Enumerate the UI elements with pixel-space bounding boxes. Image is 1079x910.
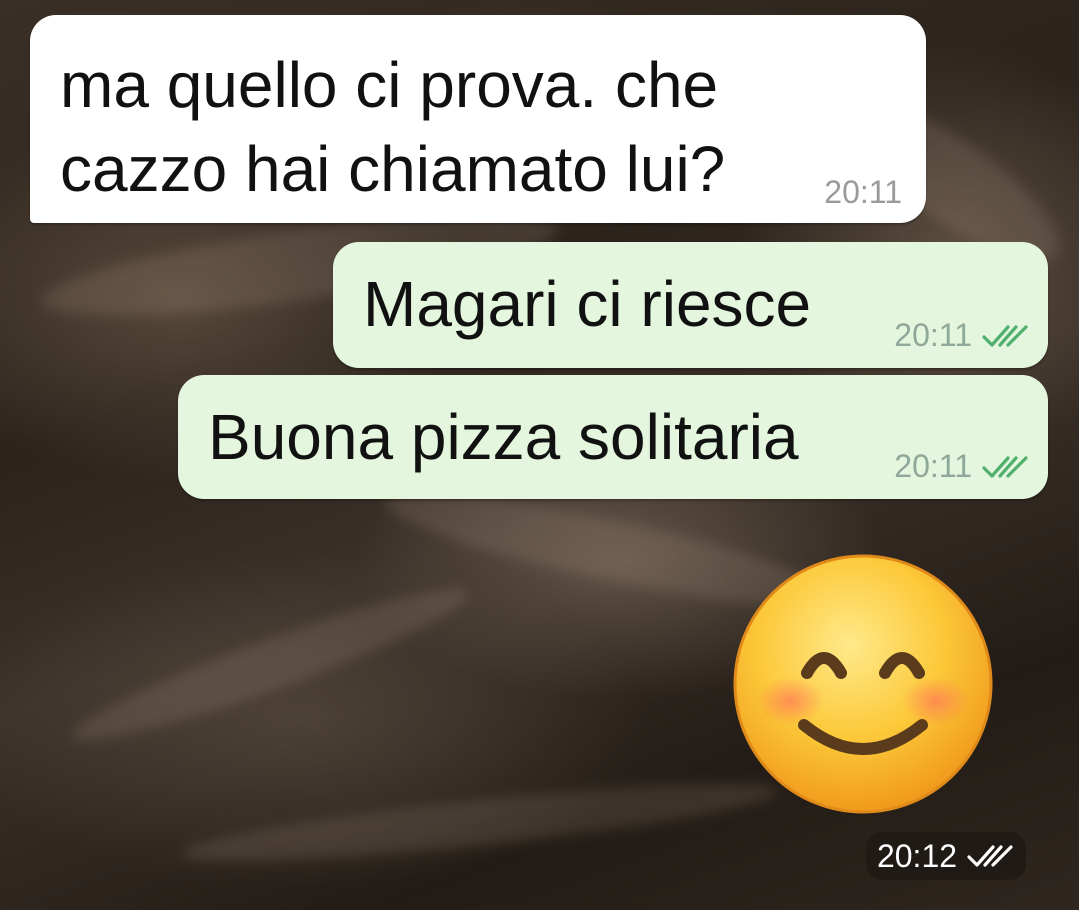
message-meta: 20:11 <box>894 317 1030 354</box>
message-text: ma quello ci prova. che cazzo hai chiama… <box>60 49 726 205</box>
incoming-message-bubble[interactable]: ma quello ci prova. che cazzo hai chiama… <box>30 15 926 223</box>
read-double-check-icon <box>982 454 1030 480</box>
message-text: Magari ci riesce <box>363 268 812 340</box>
smiling-face-with-smiling-eyes-emoji[interactable] <box>732 553 994 815</box>
message-time: 20:11 <box>894 317 972 353</box>
message-time: 20:11 <box>824 174 902 210</box>
read-double-check-icon <box>967 843 1015 869</box>
message-time: 20:11 <box>894 448 972 484</box>
message-text: Buona pizza solitaria <box>208 401 799 473</box>
wallpaper-texture <box>64 569 476 761</box>
wallpaper-texture <box>179 768 781 877</box>
outgoing-message-bubble[interactable]: Buona pizza solitaria 20:11 <box>178 375 1048 499</box>
message-meta: 20:11 <box>894 448 1030 485</box>
read-double-check-icon <box>982 323 1030 349</box>
message-time: 20:12 <box>876 837 958 874</box>
outgoing-message-bubble[interactable]: Magari ci riesce 20:11 <box>333 242 1048 368</box>
message-meta: 20:12 <box>866 832 1026 880</box>
